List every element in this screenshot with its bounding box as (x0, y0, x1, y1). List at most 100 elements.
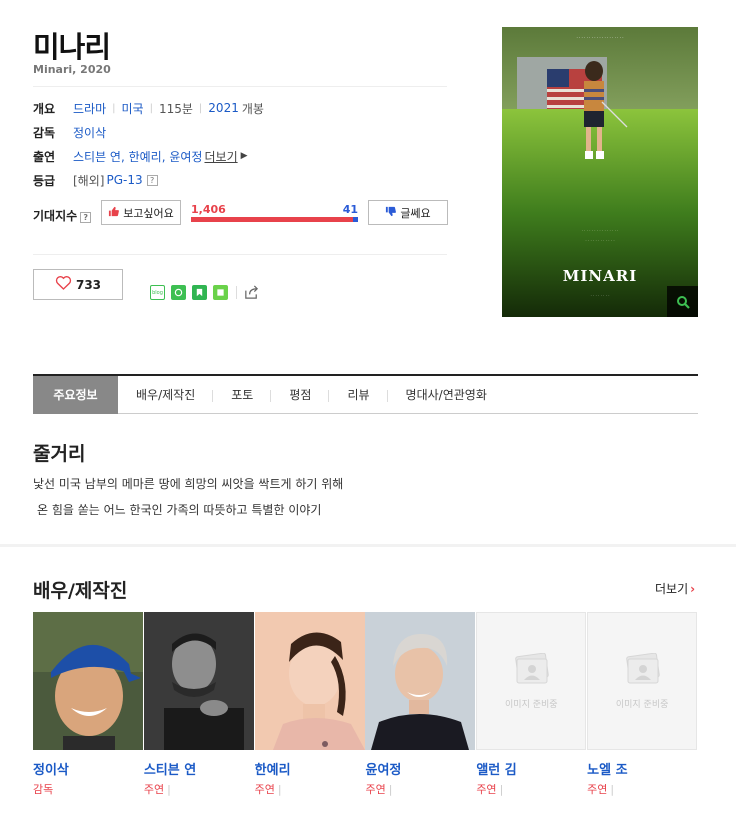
tab-quotes-related[interactable]: 명대사/연관영화 (388, 376, 505, 414)
tab-photo[interactable]: 포토 (213, 376, 272, 414)
share-bar: blog (150, 284, 260, 301)
cast-name[interactable]: 윤여정 (365, 759, 476, 778)
cast-photo[interactable] (365, 612, 476, 750)
cast-card[interactable]: 이미지 준비중 노엘 조 주연 | (587, 612, 698, 812)
cast-photo[interactable] (33, 612, 143, 750)
svg-text:· · · · · · · · · · · · · · ·: · · · · · · · · · · · · · · · · · · · (576, 35, 623, 40)
tab-cast-crew[interactable]: 배우/제작진 (118, 376, 214, 414)
help-icon[interactable]: ? (146, 174, 158, 186)
cast-role: 감독 (33, 781, 144, 797)
cast-links[interactable]: 스티븐 연, 한예리, 윤여정 (73, 148, 202, 165)
want-to-see-button[interactable]: 보고싶어요 (101, 200, 181, 225)
expectation-label-text: 기대지수 (33, 209, 78, 223)
expectation-gauge: 1,406 41 (191, 203, 358, 225)
memo-share-icon[interactable] (213, 285, 228, 300)
want-label: 보고싶어요 (123, 206, 174, 220)
rating-prefix: [해외] (73, 173, 105, 188)
chevron-right-icon: ▶ (240, 151, 248, 161)
share-icon[interactable] (243, 284, 260, 301)
release-year-link[interactable]: 2021 (208, 101, 239, 115)
cast-section-title: 배우/제작진 (33, 580, 128, 602)
tab-label: 리뷰 (347, 388, 370, 402)
tab-main-info[interactable]: 주요정보 (33, 375, 118, 414)
expectation-index: 기대지수? 보고싶어요 1,406 41 글쎄요 (33, 200, 448, 226)
info-row-overview: 개요 드라마 | 미국 | 115분 | 2021 개봉 (33, 96, 447, 120)
bookmark-share-icon[interactable] (192, 285, 207, 300)
runtime: 115분 (158, 101, 193, 116)
image-placeholder-icon (511, 652, 551, 691)
cast-name[interactable]: 노엘 조 (587, 759, 698, 778)
tab-label: 명대사/연관영화 (405, 388, 487, 402)
svg-text:· · · · · · · · · · · ·: · · · · · · · · · · · · (585, 238, 614, 243)
synopsis-line: 낯선 미국 남부의 메마른 땅에 희망의 씨앗을 싹트게 하기 위해 (33, 477, 344, 491)
cast-list: 정이삭 감독 스티븐 연 주연 | 한예리 주연 | 윤여정 주연 | 이미지 … (33, 612, 698, 812)
role-text: 주연 (587, 783, 608, 796)
thumbs-down-icon (385, 206, 397, 220)
separator: | (112, 102, 116, 114)
genre-link[interactable]: 드라마 (73, 100, 106, 117)
cast-photo[interactable] (254, 612, 365, 750)
director-label: 감독 (33, 125, 56, 140)
cast-photo[interactable] (143, 612, 254, 750)
tab-review[interactable]: 리뷰 (329, 376, 388, 414)
like-button[interactable]: 733 (33, 269, 123, 300)
cast-name[interactable]: 스티븐 연 (144, 759, 255, 778)
role-text: 주연 (476, 783, 497, 796)
cast-role: 주연 | (476, 783, 504, 796)
role-text: 주연 (143, 783, 165, 796)
cast-photo-placeholder[interactable]: 이미지 준비중 (476, 612, 587, 750)
placeholder-text: 이미지 준비중 (615, 699, 669, 710)
tab-label: 평점 (289, 388, 312, 402)
gauge-bar (191, 217, 358, 222)
meh-label: 글쎄요 (400, 206, 431, 220)
info-row-director: 감독 정이삭 (33, 120, 447, 144)
help-icon[interactable]: ? (80, 212, 92, 223)
separator: | (149, 102, 153, 114)
blog-share-icon[interactable]: blog (150, 285, 165, 300)
rating-link[interactable]: PG-13 (106, 173, 142, 187)
heart-icon (55, 275, 72, 295)
cast-card[interactable]: 이미지 준비중 앨런 김 주연 | (476, 612, 587, 812)
info-row-rating: 등급 [해외] PG-13 ? (33, 168, 447, 192)
tab-label: 배우/제작진 (136, 388, 196, 402)
cast-card[interactable]: 스티븐 연 주연 | (143, 612, 255, 812)
divider (236, 286, 237, 299)
cast-photo-placeholder[interactable]: 이미지 준비중 (587, 612, 698, 750)
cast-more-link[interactable]: 더보기 › (655, 580, 695, 597)
cast-role: 주연 | (365, 783, 393, 796)
cast-role: 주연 | (254, 783, 282, 796)
band-share-icon[interactable] (171, 285, 186, 300)
tab-bar: 주요정보 배우/제작진 포토 평점 리뷰 명대사/연관영화 (33, 374, 698, 414)
tab-rating[interactable]: 평점 (271, 376, 330, 414)
cast-role: 주연 | (587, 783, 615, 796)
movie-title: 미나리 (33, 30, 111, 64)
cast-label: 출연 (33, 149, 56, 164)
poster-title: MINARI (562, 267, 638, 285)
synopsis-line: 온 힘을 쏟는 어느 한국인 가족의 따뜻하고 특별한 이야기 (37, 503, 322, 517)
country-link[interactable]: 미국 (122, 100, 144, 117)
cast-name[interactable]: 앨런 김 (476, 759, 587, 778)
cast-card[interactable]: 한예리 주연 | (254, 612, 366, 812)
movie-poster[interactable]: · · · · · · · · · · · · · · · · · · · · … (502, 27, 698, 317)
rating-label: 등급 (33, 173, 56, 188)
tab-label: 포토 (231, 388, 254, 402)
cast-card[interactable]: 정이삭 감독 (33, 612, 144, 812)
divider (33, 254, 447, 255)
role-text: 주연 (254, 783, 275, 796)
expectation-label: 기대지수? (33, 207, 92, 224)
cast-card[interactable]: 윤여정 주연 | (365, 612, 476, 812)
meh-button[interactable]: 글쎄요 (368, 200, 448, 225)
movie-subtitle: Minari, 2020 (33, 63, 111, 76)
like-count: 733 (75, 277, 102, 292)
meh-count: 41 (342, 203, 358, 216)
cast-more-link[interactable]: 더보기 (204, 148, 237, 165)
release-suffix: 개봉 (241, 101, 264, 116)
cast-role: 주연 | (143, 783, 171, 796)
image-placeholder-icon (622, 652, 662, 691)
cast-name[interactable]: 한예리 (255, 759, 366, 778)
cast-name[interactable]: 정이삭 (33, 759, 144, 778)
role-text: 주연 (365, 783, 386, 796)
director-link[interactable]: 정이삭 (73, 124, 106, 141)
placeholder-text: 이미지 준비중 (505, 699, 558, 710)
poster-zoom-button[interactable] (667, 286, 698, 317)
